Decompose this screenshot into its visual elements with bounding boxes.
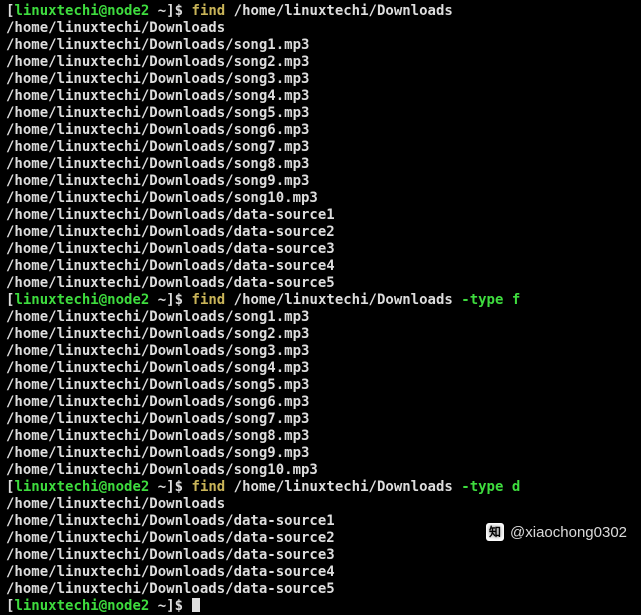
prompt-line-3[interactable]: [linuxtechi@node2 ~]$ find /home/linuxte… [6,479,635,496]
cursor-icon [192,598,200,612]
output-line: /home/linuxtechi/Downloads [6,20,635,37]
output-line: /home/linuxtechi/Downloads [6,496,635,513]
output-line: /home/linuxtechi/Downloads/song8.mp3 [6,156,635,173]
output-line: /home/linuxtechi/Downloads/data-source4 [6,564,635,581]
cmd-flag-val: f [512,292,520,308]
output-line: /home/linuxtechi/Downloads/data-source5 [6,581,635,598]
output-line: /home/linuxtechi/Downloads/data-source2 [6,224,635,241]
zhihu-icon: 知 [486,523,504,541]
output-line: /home/linuxtechi/Downloads/song5.mp3 [6,105,635,122]
output-line: /home/linuxtechi/Downloads/song3.mp3 [6,343,635,360]
output-line: /home/linuxtechi/Downloads/song6.mp3 [6,394,635,411]
output-line: /home/linuxtechi/Downloads/song3.mp3 [6,71,635,88]
output-line: /home/linuxtechi/Downloads/song10.mp3 [6,462,635,479]
output-line: /home/linuxtechi/Downloads/song9.mp3 [6,173,635,190]
cmd-find: find [192,292,226,308]
output-line: /home/linuxtechi/Downloads/song9.mp3 [6,445,635,462]
cmd-path: /home/linuxtechi/Downloads [234,292,453,308]
output-line: /home/linuxtechi/Downloads/song2.mp3 [6,54,635,71]
output-line: /home/linuxtechi/Downloads/song4.mp3 [6,88,635,105]
output-line: /home/linuxtechi/Downloads/song4.mp3 [6,360,635,377]
cmd-flag: -type [461,479,503,495]
output-line: /home/linuxtechi/Downloads/song2.mp3 [6,326,635,343]
output-line: /home/linuxtechi/Downloads/song8.mp3 [6,428,635,445]
output-line: /home/linuxtechi/Downloads/song7.mp3 [6,411,635,428]
cmd-flag: -type [461,292,503,308]
output-line: /home/linuxtechi/Downloads/song1.mp3 [6,37,635,54]
prompt-line-1[interactable]: [linuxtechi@node2 ~]$ find /home/linuxte… [6,3,635,20]
output-line: /home/linuxtechi/Downloads/data-source3 [6,241,635,258]
output-line: /home/linuxtechi/Downloads/song5.mp3 [6,377,635,394]
watermark-handle: @xiaochong0302 [510,524,627,541]
output-line: /home/linuxtechi/Downloads/data-source5 [6,275,635,292]
output-line: /home/linuxtechi/Downloads/data-source3 [6,547,635,564]
cmd-path: /home/linuxtechi/Downloads [234,479,453,495]
watermark: 知 @xiaochong0302 [486,523,627,541]
output-line: /home/linuxtechi/Downloads/song6.mp3 [6,122,635,139]
cmd-find: find [192,479,226,495]
prompt-line-2[interactable]: [linuxtechi@node2 ~]$ find /home/linuxte… [6,292,635,309]
output-line: /home/linuxtechi/Downloads/song10.mp3 [6,190,635,207]
output-line: /home/linuxtechi/Downloads/song7.mp3 [6,139,635,156]
output-line: /home/linuxtechi/Downloads/data-source4 [6,258,635,275]
prompt-line-4[interactable]: [linuxtechi@node2 ~]$ [6,598,635,615]
output-line: /home/linuxtechi/Downloads/data-source1 [6,207,635,224]
cmd-find: find [192,3,226,19]
cmd-path: /home/linuxtechi/Downloads [234,3,453,19]
cmd-flag-val: d [512,479,520,495]
output-line: /home/linuxtechi/Downloads/song1.mp3 [6,309,635,326]
